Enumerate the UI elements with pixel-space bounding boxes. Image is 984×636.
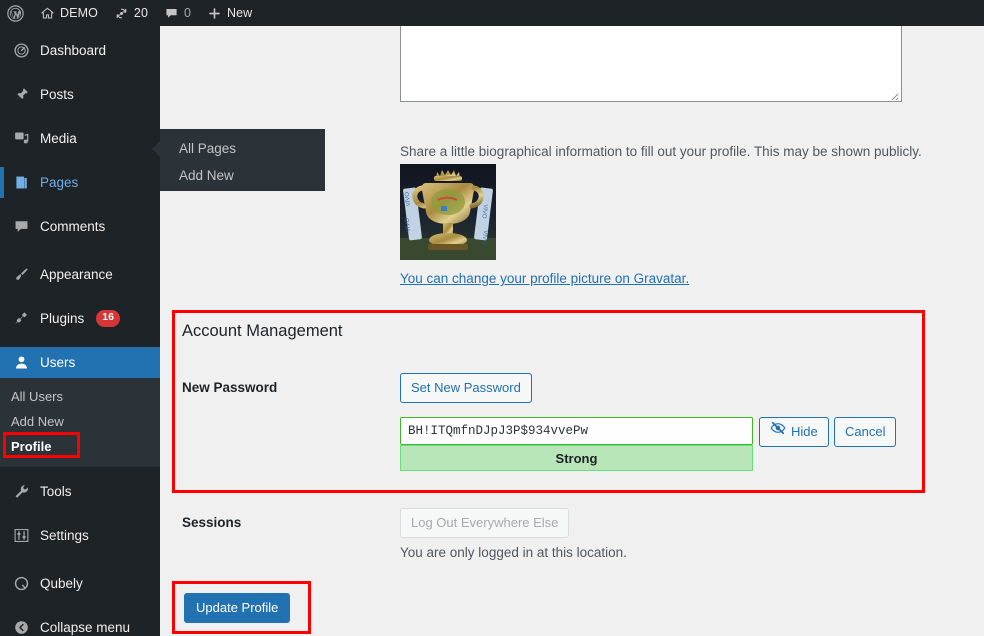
gravatar-link[interactable]: You can change your profile picture on G… <box>400 271 689 286</box>
user-icon <box>11 354 31 371</box>
update-profile-button[interactable]: Update Profile <box>184 593 291 623</box>
new-content-label: New <box>226 6 253 20</box>
sliders-icon <box>11 527 31 544</box>
sidebar-item-label: Comments <box>40 219 106 234</box>
sidebar-item-label: Collapse menu <box>40 620 131 635</box>
comments-menu[interactable]: 0 <box>156 0 199 26</box>
biographical-info-description: Share a little biographical information … <box>400 144 922 159</box>
gravatar-link-period: . <box>685 271 690 286</box>
flyout-item-add-new[interactable]: Add New <box>160 163 325 190</box>
log-out-everywhere-else-button[interactable]: Log Out Everywhere Else <box>400 508 570 538</box>
sidebar-item-label: Tools <box>40 484 72 499</box>
sidebar-item-label: Posts <box>40 87 74 102</box>
updates-icon <box>114 6 129 21</box>
comment-bubble-icon <box>11 218 31 235</box>
wordpress-admin-screen: DEMO 20 0 New Dashboard Posts Media Page… <box>0 0 984 636</box>
flyout-item-all-pages[interactable]: All Pages <box>160 136 325 163</box>
sidebar-item-comments[interactable]: Comments <box>0 211 160 242</box>
new-content-menu[interactable]: New <box>199 0 260 26</box>
collapse-arrow-icon <box>11 619 31 636</box>
wordpress-logo-icon <box>7 4 24 22</box>
paintbrush-icon <box>11 266 31 283</box>
password-strength-indicator: Strong <box>400 445 753 471</box>
sessions-label: Sessions <box>182 515 242 530</box>
wordpress-logo-menu[interactable] <box>0 0 32 26</box>
submenu-profile-wrapper: Profile <box>0 432 80 459</box>
media-icon <box>11 130 31 147</box>
set-new-password-button[interactable]: Set New Password <box>400 373 532 403</box>
password-strength-label: Strong <box>555 450 598 466</box>
sidebar-item-settings[interactable]: Settings <box>0 520 160 551</box>
biographical-info-textarea[interactable] <box>400 26 902 102</box>
hide-password-button[interactable]: Hide <box>759 417 829 447</box>
sidebar-item-users[interactable]: Users <box>0 347 160 378</box>
sessions-note: You are only logged in at this location. <box>400 545 627 560</box>
sidebar-item-collapse-menu[interactable]: Collapse menu <box>0 612 160 636</box>
sidebar-item-qubely[interactable]: Qubely <box>0 568 160 599</box>
home-icon <box>40 6 55 21</box>
sidebar-item-pages[interactable]: Pages <box>0 167 160 198</box>
cancel-password-button[interactable]: Cancel <box>834 417 897 447</box>
site-name-label: DEMO <box>60 6 98 20</box>
sidebar-item-label: Pages <box>40 175 79 190</box>
plus-icon <box>207 6 222 21</box>
users-submenu: All Users Add New Profile <box>0 378 160 467</box>
hide-password-label: Hide <box>791 424 818 439</box>
sidebar-item-posts[interactable]: Posts <box>0 79 160 110</box>
gravatar-link-text: You can change your profile picture on G… <box>400 271 686 286</box>
updates-menu[interactable]: 20 <box>106 0 156 26</box>
profile-avatar-image: VIVO VIVO VIVO VIVO <box>400 164 496 260</box>
submenu-item-profile[interactable]: Profile <box>0 434 51 459</box>
admin-bar: DEMO 20 0 New <box>0 0 984 26</box>
sidebar-item-label: Plugins <box>40 311 85 326</box>
account-management-heading: Account Management <box>182 322 343 340</box>
pin-icon <box>11 86 31 103</box>
sidebar-item-label: Settings <box>40 528 89 543</box>
sidebar-item-media[interactable]: Media <box>0 123 160 154</box>
sidebar-item-label: Appearance <box>40 267 113 282</box>
eye-slash-icon <box>770 418 786 446</box>
updates-count: 20 <box>133 6 149 20</box>
pages-flyout-submenu: All Pages Add New <box>152 129 325 191</box>
wrench-icon <box>11 483 31 500</box>
comments-count: 0 <box>184 6 191 20</box>
comment-bubble-icon <box>164 6 179 21</box>
sidebar-item-dashboard[interactable]: Dashboard <box>0 35 160 66</box>
submenu-item-add-new[interactable]: Add New <box>0 409 160 434</box>
plugins-update-badge: 16 <box>96 310 120 327</box>
new-password-input[interactable]: BH!ITQmfnDJpJ3P$934vvePw <box>400 417 753 445</box>
pages-icon <box>11 174 31 191</box>
resize-handle-icon[interactable] <box>889 90 899 100</box>
sidebar-item-label: Users <box>40 355 76 370</box>
sidebar-item-label: Dashboard <box>40 43 107 58</box>
sidebar-item-tools[interactable]: Tools <box>0 476 160 507</box>
sidebar-item-label: Qubely <box>40 576 83 591</box>
plug-icon <box>11 310 31 327</box>
qubely-icon <box>11 575 31 592</box>
profile-page-content: Share a little biographical information … <box>160 26 984 636</box>
sidebar-item-label: Media <box>40 131 77 146</box>
admin-sidebar-menu: Dashboard Posts Media Pages Comments App… <box>0 26 160 636</box>
sidebar-item-plugins[interactable]: Plugins 16 <box>0 303 160 334</box>
submenu-item-all-users[interactable]: All Users <box>0 384 160 409</box>
sidebar-item-appearance[interactable]: Appearance <box>0 259 160 290</box>
site-name-menu[interactable]: DEMO <box>32 0 106 26</box>
new-password-label: New Password <box>182 380 278 395</box>
dashboard-icon <box>11 42 31 59</box>
